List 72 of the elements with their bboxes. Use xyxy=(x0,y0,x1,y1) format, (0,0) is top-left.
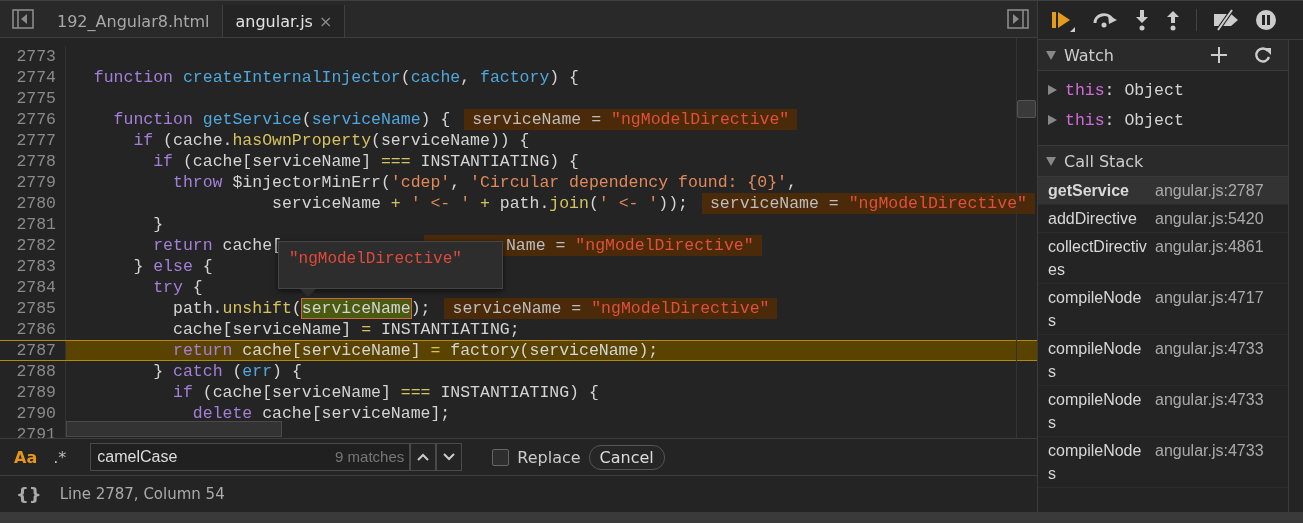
pretty-print-button[interactable]: {} xyxy=(16,483,42,505)
inline-value: serviceName = "ngModelDirective" xyxy=(464,109,798,130)
cursor-position: Line 2787, Column 54 xyxy=(59,485,225,503)
search-option-toggle[interactable]: Aa xyxy=(10,445,42,469)
code-line: try { xyxy=(152,277,203,298)
watch-expression: this: Object xyxy=(1065,80,1184,100)
code-line: throw $injectorMinErr('cdep', 'Circular dependency found: {0}', xyxy=(172,172,797,193)
source-location: angular.js:4733 xyxy=(1155,339,1264,359)
code-line: } xyxy=(152,214,164,235)
match-count: 9 matches xyxy=(335,448,405,465)
tooltip-pointer xyxy=(300,289,316,297)
code-line: delete cache[serviceName]; xyxy=(191,403,451,424)
cancel-button[interactable]: Cancel xyxy=(588,444,665,470)
previous-match-button[interactable] xyxy=(410,443,437,471)
close-icon[interactable]: × xyxy=(318,11,333,31)
scrollbar-thumb[interactable] xyxy=(1017,100,1036,118)
call-stack-frame[interactable]: collectDirectives angular.js:4861 xyxy=(1038,233,1288,284)
source-location: angular.js:5420 xyxy=(1155,209,1264,229)
replace-checkbox[interactable] xyxy=(492,448,510,466)
code-line: cache[serviceName] = INSTANTIATING; xyxy=(172,319,520,340)
refresh-icon[interactable] xyxy=(1254,46,1272,64)
replace-label: Replace xyxy=(517,447,581,467)
call-stack-frame[interactable]: compileNodes angular.js:4733 xyxy=(1038,335,1288,386)
call-stack-frame[interactable]: compileNodes angular.js:4733 xyxy=(1038,437,1288,488)
function-name: addDirective xyxy=(1048,209,1138,229)
code-line: function getService(serviceName) { xyxy=(112,109,451,130)
line-number: 2787 xyxy=(0,341,66,360)
watch-expression: this: Object xyxy=(1065,110,1184,130)
section-title[interactable]: Watch xyxy=(1064,45,1114,65)
chevron-up-icon xyxy=(417,453,430,461)
code-line: if (cache[serviceName] === INSTANTIATING) { xyxy=(152,151,579,172)
source-location: angular.js:4717 xyxy=(1155,288,1264,308)
function-name: compileNodes xyxy=(1048,441,1143,484)
next-match-button[interactable] xyxy=(436,443,463,471)
code-line: } catch (err) { xyxy=(152,361,302,382)
file-tab[interactable]: angular.js × xyxy=(222,5,346,37)
expand-arrow-icon[interactable] xyxy=(1046,156,1056,166)
source-location: angular.js:4733 xyxy=(1155,441,1264,461)
step-into-icon[interactable] xyxy=(1134,9,1150,31)
add-icon[interactable] xyxy=(1210,46,1228,64)
search-option-toggle[interactable]: .* xyxy=(49,445,71,469)
code-line: } else { xyxy=(132,256,213,277)
call-stack-frame[interactable]: compileNodes angular.js:4717 xyxy=(1038,284,1288,335)
code-line: function createInternalInjector(cache, factory) { xyxy=(92,67,580,88)
code-line: if (cache.hasOwnProperty(serviceName)) { xyxy=(132,130,530,151)
call-stack-frame[interactable]: getService angular.js:2787 xyxy=(1038,177,1288,205)
deactivate-breakpoints-icon[interactable] xyxy=(1212,9,1240,31)
call-stack-frame[interactable]: addDirective angular.js:5420 xyxy=(1038,205,1288,233)
value-tooltip: "ngModelDirective" xyxy=(278,241,503,289)
sidebar-toggle-icon[interactable] xyxy=(12,9,34,29)
section-title[interactable]: Call Stack xyxy=(1064,151,1144,171)
expand-arrow-icon[interactable] xyxy=(1048,85,1057,95)
code-line: path.unshift(serviceName); xyxy=(172,298,431,319)
source-location: angular.js:4733 xyxy=(1155,390,1264,410)
code-line: if (cache[serviceName] === INSTANTIATING) { xyxy=(172,382,599,403)
debugger-toggle-icon[interactable] xyxy=(1007,9,1029,29)
chevron-down-icon xyxy=(443,453,456,461)
expand-arrow-icon[interactable] xyxy=(1048,115,1057,125)
step-out-icon[interactable] xyxy=(1165,9,1181,31)
function-name: getService xyxy=(1048,181,1130,201)
code-line: serviceName + ' <- ' + path.join(' <- ')); xyxy=(271,193,688,214)
inline-value: serviceName = "ngModelDirective" xyxy=(444,298,778,319)
source-location: angular.js:4861 xyxy=(1155,237,1264,257)
scrollbar-thumb[interactable] xyxy=(66,421,282,437)
call-stack-frame[interactable]: compileNodes angular.js:4733 xyxy=(1038,386,1288,437)
file-tab[interactable]: 192_Angular8.html xyxy=(44,5,223,37)
inline-value: serviceName = "ngModelDirective" xyxy=(701,193,1035,214)
expand-arrow-icon[interactable] xyxy=(1046,50,1056,60)
pause-on-exceptions-icon[interactable] xyxy=(1255,9,1277,31)
step-over-icon[interactable] xyxy=(1091,10,1119,30)
code-line: return cache[serviceName] = factory(serviceName); xyxy=(172,341,659,360)
source-location: angular.js:2787 xyxy=(1155,181,1264,201)
